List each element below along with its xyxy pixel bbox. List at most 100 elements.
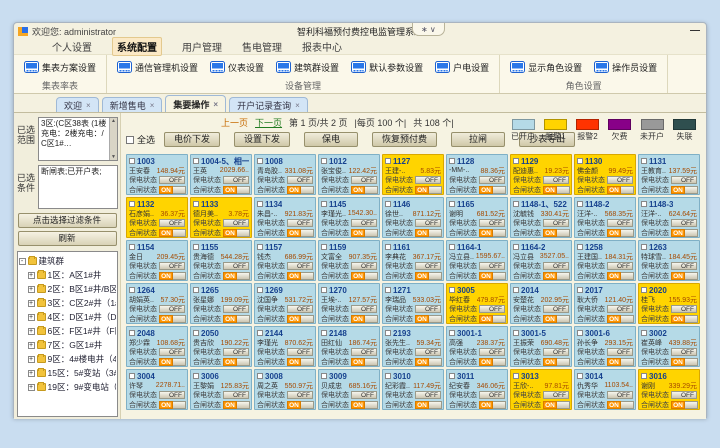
- menu-item[interactable]: 系统配置: [112, 37, 162, 56]
- meter-card[interactable]: 1154金日209.45元保电状态OFF合闸状态ON: [126, 240, 188, 281]
- ribbon-item[interactable]: 建筑群设置: [276, 61, 339, 74]
- meter-card[interactable]: 2148田红仙186.74元保电状态OFF合闸状态ON: [318, 326, 380, 367]
- card-checkbox[interactable]: [449, 244, 455, 250]
- meter-card[interactable]: 1264胡娟英..57.30元保电状态OFF合闸状态ON: [126, 283, 188, 324]
- meter-card[interactable]: 1131王教育..137.59元保电状态OFF合闸状态ON: [638, 154, 700, 195]
- meter-card[interactable]: 2144李瑾光870.62元保电状态OFF合闸状态ON: [254, 326, 316, 367]
- meter-card[interactable]: 1155贵海德544.28元保电状态OFF合闸状态ON: [190, 240, 252, 281]
- card-checkbox[interactable]: [257, 287, 263, 293]
- meter-card[interactable]: 3016谢刚339.29元保电状态OFF合闸状态ON: [638, 369, 700, 410]
- card-checkbox[interactable]: [193, 244, 199, 250]
- card-checkbox[interactable]: [257, 158, 263, 164]
- menu-item[interactable]: 个人设置: [52, 39, 92, 54]
- card-checkbox[interactable]: [577, 287, 583, 293]
- card-checkbox[interactable]: [385, 244, 391, 250]
- meter-card[interactable]: 3008周之英550.97元保电状态OFF合闸状态ON: [254, 369, 316, 410]
- menu-item[interactable]: 售电管理: [242, 39, 282, 54]
- meter-card[interactable]: 2020桂飞155.93元保电状态OFF合闸状态ON: [638, 283, 700, 324]
- tree-node[interactable]: +9区：4#楼电井（4#楼…: [28, 352, 116, 366]
- tab-close-icon[interactable]: ×: [295, 101, 300, 110]
- collapse-expander-icon[interactable]: -: [19, 258, 26, 265]
- ribbon-collapse-control[interactable]: ∗ ∨: [412, 23, 445, 36]
- condition-box[interactable]: 断闸表;已开户表;: [38, 165, 118, 209]
- meter-card[interactable]: 1263特球雪..184.45元保电状态OFF合闸状态ON: [638, 240, 700, 281]
- meter-card[interactable]: 3006王黎娟125.83元保电状态OFF合闸状态ON: [190, 369, 252, 410]
- tree-root[interactable]: -建筑群: [19, 254, 116, 268]
- meter-card[interactable]: 3001-6孙长争293.15元保电状态OFF合闸状态ON: [574, 326, 636, 367]
- meter-card[interactable]: 2050贵吉欣190.22元保电状态OFF合闸状态ON: [190, 326, 252, 367]
- meter-card[interactable]: 3013王欣-..97.81元保电状态OFF合闸状态ON: [510, 369, 572, 410]
- card-checkbox[interactable]: [385, 158, 391, 164]
- scrollbar[interactable]: ▲▼: [109, 118, 117, 160]
- ribbon-item[interactable]: 仪表设置: [210, 61, 264, 74]
- card-checkbox[interactable]: [257, 201, 263, 207]
- card-checkbox[interactable]: [577, 158, 583, 164]
- meter-card[interactable]: 1146徐世..871.12元保电状态OFF合闸状态ON: [382, 197, 444, 238]
- meter-card[interactable]: 3004许琴2278.71..保电状态OFF合闸状态ON: [126, 369, 188, 410]
- toolbar-button[interactable]: 恢复预付费: [372, 132, 437, 147]
- tab-close-icon[interactable]: ×: [150, 101, 155, 110]
- tab-开户记录查询[interactable]: 开户记录查询×: [229, 97, 308, 112]
- card-checkbox[interactable]: [641, 244, 647, 250]
- meter-card[interactable]: 1133德月美..3.78元保电状态OFF合闸状态ON: [190, 197, 252, 238]
- card-checkbox[interactable]: [641, 287, 647, 293]
- tab-欢迎[interactable]: 欢迎×: [56, 97, 99, 112]
- tree-node[interactable]: +2区：B区1#井/B区1#井: [28, 282, 116, 296]
- toolbar-button[interactable]: 保电: [304, 132, 358, 147]
- card-checkbox[interactable]: [385, 330, 391, 336]
- meter-card[interactable]: 1004-5、相一王英2029.66..保电状态OFF合闸状态ON: [190, 154, 252, 195]
- card-checkbox[interactable]: [577, 373, 583, 379]
- filter-select-button[interactable]: 点击选择过滤条件: [18, 213, 117, 228]
- meter-card[interactable]: 1128-MM-..88.36元保电状态OFF合闸状态ON: [446, 154, 508, 195]
- card-checkbox[interactable]: [385, 201, 391, 207]
- card-checkbox[interactable]: [513, 287, 519, 293]
- card-checkbox[interactable]: [641, 330, 647, 336]
- card-checkbox[interactable]: [577, 330, 583, 336]
- card-checkbox[interactable]: [321, 287, 327, 293]
- expand-icon[interactable]: +: [28, 342, 35, 349]
- card-checkbox[interactable]: [129, 287, 135, 293]
- scroll-up-icon[interactable]: ▲: [111, 118, 116, 124]
- card-checkbox[interactable]: [321, 201, 327, 207]
- card-checkbox[interactable]: [577, 244, 583, 250]
- toolbar-button[interactable]: 设置下发: [234, 132, 290, 147]
- card-checkbox[interactable]: [641, 373, 647, 379]
- card-checkbox[interactable]: [193, 201, 199, 207]
- ribbon-item[interactable]: 显示角色设置: [510, 61, 582, 74]
- minimize-button[interactable]: —: [690, 27, 700, 35]
- meter-card[interactable]: 1164-2冯立县3527.05..保电状态OFF合闸状态ON: [510, 240, 572, 281]
- card-checkbox[interactable]: [385, 373, 391, 379]
- card-checkbox[interactable]: [641, 158, 647, 164]
- card-checkbox[interactable]: [641, 201, 647, 207]
- meter-card[interactable]: 1003王安春148.94元保电状态OFF合闸状态ON: [126, 154, 188, 195]
- tab-close-icon[interactable]: ×: [213, 100, 218, 109]
- meter-card[interactable]: 1129配迪惠..19.23元保电状态OFF合闸状态ON: [510, 154, 572, 195]
- meter-card[interactable]: 1134朱昌-..921.83元保电状态OFF合闸状态ON: [254, 197, 316, 238]
- meter-card[interactable]: 3002崔英峰439.88元保电状态OFF合闸状态ON: [638, 326, 700, 367]
- card-checkbox[interactable]: [513, 158, 519, 164]
- tab-新增售电[interactable]: 新增售电×: [102, 97, 163, 112]
- meter-card[interactable]: 1159文富全907.35元保电状态OFF合闸状态ON: [318, 240, 380, 281]
- ribbon-item[interactable]: 操作员设置: [594, 61, 657, 74]
- tree-node[interactable]: +4区：D区1#井（D区1…: [28, 310, 116, 324]
- meter-card[interactable]: 1265张星娜199.09元保电状态OFF合闸状态ON: [190, 283, 252, 324]
- meter-card[interactable]: 1148-2汪洋-..568.35元保电状态OFF合闸状态ON: [574, 197, 636, 238]
- card-checkbox[interactable]: [449, 201, 455, 207]
- card-checkbox[interactable]: [193, 158, 199, 164]
- meter-card[interactable]: 1132石彦娟..36.37元保电状态OFF合闸状态ON: [126, 197, 188, 238]
- expand-icon[interactable]: +: [28, 314, 35, 321]
- meter-card[interactable]: 1148-1、522沈毓钱330.41元保电状态OFF合闸状态ON: [510, 197, 572, 238]
- card-checkbox[interactable]: [577, 201, 583, 207]
- card-checkbox[interactable]: [385, 287, 391, 293]
- meter-card[interactable]: 3010纪彩霞..117.49元保电状态OFF合闸状态ON: [382, 369, 444, 410]
- menu-item[interactable]: 报表中心: [302, 39, 342, 54]
- tab-集要操作[interactable]: 集要操作×: [165, 95, 226, 112]
- card-checkbox[interactable]: [449, 287, 455, 293]
- card-checkbox[interactable]: [449, 158, 455, 164]
- menu-item[interactable]: 用户管理: [182, 39, 222, 54]
- card-checkbox[interactable]: [129, 330, 135, 336]
- meter-card[interactable]: 2014安楚花202.95元保电状态OFF合闸状态ON: [510, 283, 572, 324]
- meter-card[interactable]: 1165谢明681.52元保电状态OFF合闸状态ON: [446, 197, 508, 238]
- toolbar-button[interactable]: 拉闸: [451, 132, 505, 147]
- card-checkbox[interactable]: [129, 373, 135, 379]
